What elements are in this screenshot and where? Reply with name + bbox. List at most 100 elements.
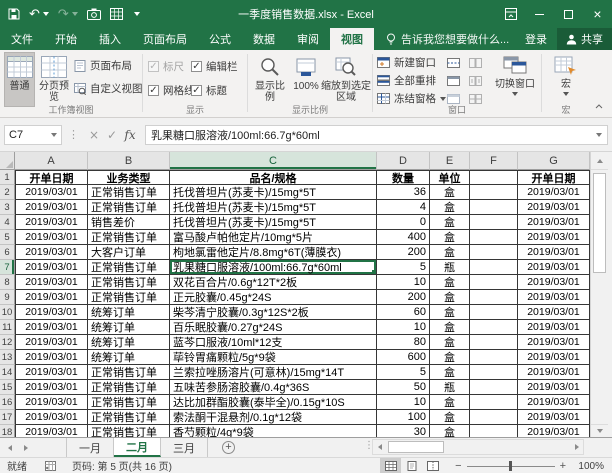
row-header-13[interactable]: 13 [0, 350, 15, 365]
cell-G9[interactable]: 2019/03/01 [518, 290, 590, 305]
cell-E14[interactable]: 盒 [430, 365, 470, 380]
cell-A12[interactable]: 2019/03/01 [15, 335, 88, 350]
cell-E7[interactable]: 瓶 [430, 260, 470, 275]
headings-checkbox[interactable]: ✓ 标题 [191, 83, 227, 97]
cell-E18[interactable]: 盒 [430, 425, 470, 437]
cell-D14[interactable]: 5 [377, 365, 430, 380]
tab-review[interactable]: 审阅 [286, 28, 330, 50]
cell-A4[interactable]: 2019/03/01 [15, 215, 88, 230]
column-header-D[interactable]: D [377, 152, 430, 170]
cell-G13[interactable]: 2019/03/01 [518, 350, 590, 365]
cell-B4[interactable]: 销售差价 [88, 215, 170, 230]
column-header-C[interactable]: C [170, 152, 377, 170]
column-header-G[interactable]: G [518, 152, 590, 170]
cell-A10[interactable]: 2019/03/01 [15, 305, 88, 320]
column-header-B[interactable]: B [88, 152, 170, 170]
cell-A15[interactable]: 2019/03/01 [15, 380, 88, 395]
cell-G15[interactable]: 2019/03/01 [518, 380, 590, 395]
cell-E12[interactable]: 盒 [430, 335, 470, 350]
cell-E3[interactable]: 盒 [430, 200, 470, 215]
formula-input[interactable]: 乳果糖口服溶液/100ml:66.7g*60ml [145, 124, 590, 145]
scroll-right-icon[interactable] [570, 440, 583, 454]
cell-E17[interactable]: 盒 [430, 410, 470, 425]
cell-B8[interactable]: 正常销售订单 [88, 275, 170, 290]
worksheet-icon[interactable] [109, 8, 123, 20]
horizontal-scrollbar-thumb[interactable] [388, 441, 444, 453]
cell-C10[interactable]: 柴芩清宁胶囊/0.3g*12S*2板 [170, 305, 377, 320]
row-header-5[interactable]: 5 [0, 230, 15, 245]
page-layout-view-button[interactable]: 页面布局 [74, 57, 132, 74]
cell-D18[interactable]: 30 [377, 425, 430, 437]
cell-B10[interactable]: 统筹订单 [88, 305, 170, 320]
row-header-2[interactable]: 2 [0, 185, 15, 200]
row-header-11[interactable]: 11 [0, 320, 15, 335]
column-header-F[interactable]: F [470, 152, 518, 170]
cell-E1[interactable]: 单位 [430, 170, 470, 185]
macro-record-icon[interactable] [45, 460, 56, 471]
horizontal-scrollbar-track[interactable] [386, 440, 570, 454]
cell-D10[interactable]: 60 [377, 305, 430, 320]
cell-E10[interactable]: 盒 [430, 305, 470, 320]
vertical-scrollbar[interactable] [590, 152, 608, 437]
cell-E2[interactable]: 盒 [430, 185, 470, 200]
redo-icon[interactable]: ↷ [58, 8, 69, 21]
cell-A11[interactable]: 2019/03/01 [15, 320, 88, 335]
name-box-dropdown-icon[interactable] [51, 132, 57, 137]
row-header-4[interactable]: 4 [0, 215, 15, 230]
column-header-E[interactable]: E [430, 152, 470, 170]
page-break-toggle-icon[interactable] [422, 458, 443, 473]
cell-G16[interactable]: 2019/03/01 [518, 395, 590, 410]
cell-D12[interactable]: 80 [377, 335, 430, 350]
cell-F11[interactable] [470, 320, 518, 335]
cell-C15[interactable]: 五味苦参肠溶胶囊/0.4g*36S [170, 380, 377, 395]
cell-B14[interactable]: 正常销售订单 [88, 365, 170, 380]
formula-bar-checkbox[interactable]: ✓ 编辑栏 [191, 59, 238, 73]
zoom-out-icon[interactable]: − [455, 460, 461, 472]
cell-G3[interactable]: 2019/03/01 [518, 200, 590, 215]
scroll-left-icon[interactable] [373, 440, 386, 454]
view-side-by-side-button[interactable] [469, 54, 482, 71]
cell-G8[interactable]: 2019/03/01 [518, 275, 590, 290]
cell-G11[interactable]: 2019/03/01 [518, 320, 590, 335]
cell-D3[interactable]: 4 [377, 200, 430, 215]
cell-D17[interactable]: 100 [377, 410, 430, 425]
scroll-up-icon[interactable] [591, 152, 608, 170]
row-header-16[interactable]: 16 [0, 395, 15, 410]
macros-button[interactable]: 宏 [548, 52, 584, 107]
row-header-18[interactable]: 18 [0, 425, 15, 437]
cell-A3[interactable]: 2019/03/01 [15, 200, 88, 215]
cell-D2[interactable]: 36 [377, 185, 430, 200]
zoom-100-button[interactable]: 100% [292, 52, 320, 107]
cell-A1[interactable]: 开单日期 [15, 170, 88, 185]
cell-F16[interactable] [470, 395, 518, 410]
sheet-tab-february[interactable]: 二月 [114, 438, 161, 457]
cell-F9[interactable] [470, 290, 518, 305]
zoom-button[interactable]: 显示比例 [250, 52, 290, 107]
sheet-tab-march[interactable]: 三月 [161, 438, 208, 457]
cell-G5[interactable]: 2019/03/01 [518, 230, 590, 245]
cell-G2[interactable]: 2019/03/01 [518, 185, 590, 200]
cell-D15[interactable]: 50 [377, 380, 430, 395]
cell-D11[interactable]: 10 [377, 320, 430, 335]
cell-F1[interactable] [470, 170, 518, 185]
cell-D7[interactable]: 5 [377, 260, 430, 275]
cell-B9[interactable]: 正常销售订单 [88, 290, 170, 305]
sheet-tab-january[interactable]: 一月 [66, 438, 114, 457]
cell-A8[interactable]: 2019/03/01 [15, 275, 88, 290]
cell-E4[interactable]: 盒 [430, 215, 470, 230]
cell-C9[interactable]: 正元胶囊/0.45g*24S [170, 290, 377, 305]
cell-C7[interactable]: 乳果糖口服溶液/100ml:66.7g*60ml [170, 260, 377, 275]
cell-B16[interactable]: 正常销售订单 [88, 395, 170, 410]
save-icon[interactable] [8, 8, 20, 20]
scroll-down-icon[interactable] [591, 424, 608, 437]
tab-formulas[interactable]: 公式 [198, 28, 242, 50]
vertical-scrollbar-thumb[interactable] [593, 173, 606, 273]
page-layout-toggle-icon[interactable] [401, 458, 422, 473]
previous-sheet-icon[interactable] [8, 444, 12, 451]
cell-A6[interactable]: 2019/03/01 [15, 245, 88, 260]
tab-insert[interactable]: 插入 [88, 28, 132, 50]
cell-D16[interactable]: 10 [377, 395, 430, 410]
horizontal-scrollbar[interactable] [372, 439, 584, 455]
next-sheet-icon[interactable] [24, 444, 28, 451]
row-header-7[interactable]: 7 [0, 260, 15, 275]
